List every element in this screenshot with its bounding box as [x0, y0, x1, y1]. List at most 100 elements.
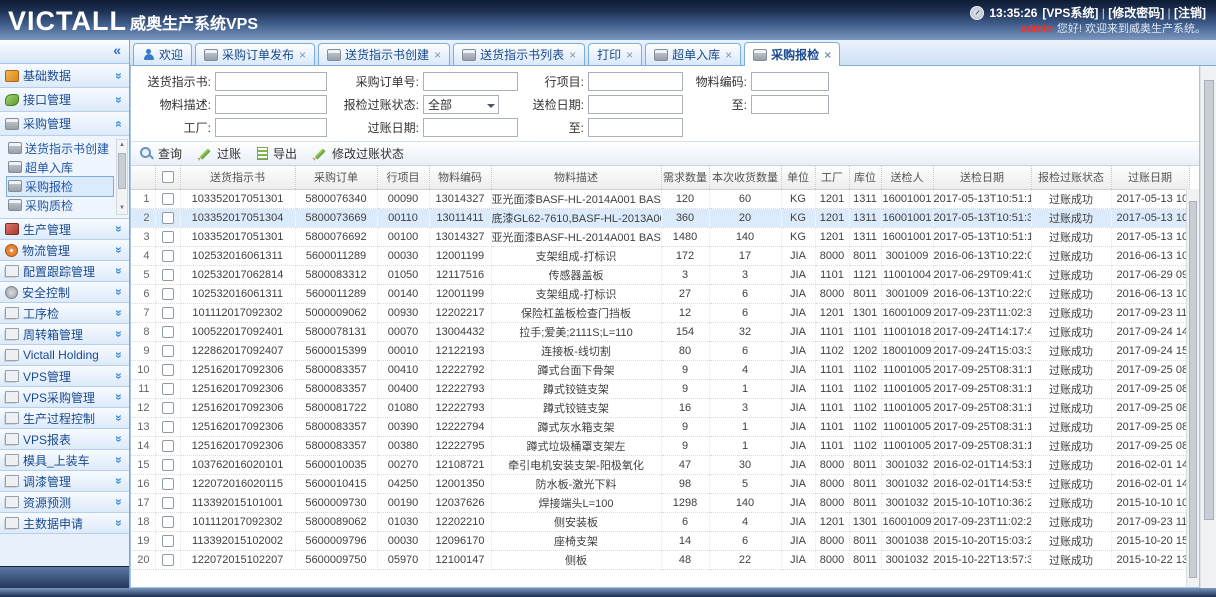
select-all-checkbox[interactable] [162, 171, 174, 183]
table-row[interactable]: 510253201706281458000833120105012117516传… [131, 265, 1189, 284]
scroll-down-icon[interactable]: ▼ [119, 203, 125, 214]
row-checkbox[interactable] [162, 459, 174, 471]
scroll-thumb[interactable] [1189, 201, 1197, 578]
column-header-inspect_date[interactable]: 送检日期 [933, 166, 1031, 189]
table-row[interactable]: 1510376201602010156000100350027012108721… [131, 455, 1189, 474]
row-checkbox[interactable] [162, 535, 174, 547]
submenu-scrollbar[interactable]: ▲▼ [116, 139, 128, 215]
row-checkbox[interactable] [162, 212, 174, 224]
table-row[interactable]: 1212516201709230658000817220108012222793… [131, 398, 1189, 417]
close-icon[interactable]: × [569, 48, 576, 62]
tab-送货指示书创建[interactable]: 送货指示书创建× [318, 43, 450, 65]
table-row[interactable]: 1412516201709230658000833570038012222795… [131, 436, 1189, 455]
table-row[interactable]: 710111201709230250000090620093012202217保… [131, 303, 1189, 322]
export-button[interactable]: 导出 [257, 145, 297, 162]
scroll-thumb[interactable] [1204, 80, 1214, 520]
table-row[interactable]: 210335201705130458000736690011013011411底… [131, 208, 1189, 227]
row-checkbox[interactable] [162, 231, 174, 243]
row-checkbox[interactable] [162, 440, 174, 452]
sidebar-item[interactable]: 安全控制» [0, 282, 129, 303]
table-row[interactable]: 810052201709240158000781310007013004432拉… [131, 322, 1189, 341]
column-header-material_desc[interactable]: 物料描述 [491, 166, 661, 189]
sidebar-collapse-button[interactable]: « [0, 40, 129, 64]
sidebar-item[interactable]: 主数据申请» [0, 513, 129, 534]
row-checkbox[interactable] [162, 250, 174, 262]
table-row[interactable]: 1911339201510200256000097960003012096170… [131, 531, 1189, 550]
sidebar-item[interactable]: 工序检» [0, 303, 129, 324]
sidebar-subitem[interactable]: 超单入库 [7, 158, 113, 177]
column-header-material_code[interactable]: 物料编码 [429, 166, 491, 189]
tab-欢迎[interactable]: 欢迎 [133, 43, 192, 65]
close-icon[interactable]: × [434, 48, 441, 62]
table-row[interactable]: 1810111201709230258000890620103012202210… [131, 512, 1189, 531]
line-item-input[interactable] [588, 72, 683, 91]
modify-post-status-button[interactable]: 修改过账状态 [313, 145, 404, 162]
column-header-po_no[interactable]: 采购订单 [295, 166, 377, 189]
table-scrollbar[interactable] [1186, 189, 1199, 588]
sidebar-item[interactable]: VPS管理» [0, 366, 129, 387]
table-row[interactable]: 1012516201709230658000833570041012222792… [131, 360, 1189, 379]
tab-打印[interactable]: 打印× [588, 43, 642, 65]
column-header-num[interactable] [131, 166, 155, 189]
table-row[interactable]: 912286201709240756000153990001012122193连… [131, 341, 1189, 360]
sidebar-item[interactable]: 配置跟踪管理» [0, 261, 129, 282]
column-header-check[interactable] [155, 166, 180, 189]
column-header-delivery_no[interactable]: 送货指示书 [180, 166, 295, 189]
sidebar-item[interactable]: VPS报表» [0, 429, 129, 450]
column-header-unit[interactable]: 单位 [781, 166, 815, 189]
sidebar-item[interactable]: Victall Holding» [0, 345, 129, 366]
close-icon[interactable]: × [725, 48, 732, 62]
table-row[interactable]: 1612207201602011556000104150425012001350… [131, 474, 1189, 493]
column-header-plant[interactable]: 工厂 [815, 166, 849, 189]
scroll-up-icon[interactable]: ▲ [119, 140, 125, 151]
sidebar-item[interactable]: 生产管理» [0, 219, 129, 240]
inspect-date-from-input[interactable] [588, 95, 683, 114]
column-header-line_item[interactable]: 行项目 [377, 166, 429, 189]
tab-采购订单发布[interactable]: 采购订单发布× [195, 43, 315, 65]
header-link[interactable]: [注销] [1174, 6, 1206, 20]
sidebar-item[interactable]: 调漆管理» [0, 471, 129, 492]
close-icon[interactable]: × [626, 48, 633, 62]
row-checkbox[interactable] [162, 421, 174, 433]
tab-超单入库[interactable]: 超单入库× [645, 43, 741, 65]
column-header-received_qty[interactable]: 本次收货数量 [709, 166, 781, 189]
page-scrollbar[interactable] [1200, 66, 1216, 588]
row-checkbox[interactable] [162, 288, 174, 300]
row-checkbox[interactable] [162, 193, 174, 205]
post-status-select[interactable]: 全部 [423, 95, 499, 114]
column-header-inspector[interactable]: 送检人 [881, 166, 933, 189]
close-icon[interactable]: × [824, 48, 831, 62]
sidebar-subitem[interactable]: 送货指示书创建 [7, 139, 113, 158]
header-link[interactable]: [修改密码] [1108, 6, 1164, 20]
sidebar-item[interactable]: 物流管理» [0, 240, 129, 261]
scroll-thumb[interactable] [118, 153, 126, 189]
sidebar-subitem[interactable]: 采购报检 [7, 177, 113, 196]
row-checkbox[interactable] [162, 478, 174, 490]
row-checkbox[interactable] [162, 364, 174, 376]
row-checkbox[interactable] [162, 269, 174, 281]
post-date-from-input[interactable] [423, 118, 518, 137]
sidebar-item[interactable]: 周转箱管理» [0, 324, 129, 345]
table-row[interactable]: 1711339201510100156000097300019012037626… [131, 493, 1189, 512]
sidebar-item[interactable]: 生产过程控制» [0, 408, 129, 429]
sidebar-item[interactable]: 模具_上装车» [0, 450, 129, 471]
table-row[interactable]: 1112516201709230658000833570040012222793… [131, 379, 1189, 398]
po-number-input[interactable] [423, 72, 518, 91]
table-row[interactable]: 2012207201510220756000097500597012100147… [131, 550, 1189, 569]
table-row[interactable]: 610253201606131156000112890014012001199支… [131, 284, 1189, 303]
plant-input[interactable] [215, 118, 327, 137]
header-link[interactable]: [VPS系统] [1042, 6, 1098, 20]
column-header-post_date[interactable]: 过账日期 [1111, 166, 1189, 189]
column-header-demand_qty[interactable]: 需求数量 [661, 166, 709, 189]
row-checkbox[interactable] [162, 383, 174, 395]
post-date-to-input[interactable] [588, 118, 683, 137]
sidebar-item[interactable]: 接口管理» [0, 88, 129, 112]
table-row[interactable]: 310335201705130158000766920010013014327亚… [131, 227, 1189, 246]
column-header-storage_loc[interactable]: 库位 [849, 166, 881, 189]
sidebar-item[interactable]: 资源预测» [0, 492, 129, 513]
post-button[interactable]: 过账 [198, 145, 241, 162]
row-checkbox[interactable] [162, 345, 174, 357]
tab-采购报检[interactable]: 采购报检× [744, 42, 840, 66]
delivery-note-input[interactable] [215, 72, 327, 91]
material-code-input[interactable] [751, 72, 829, 91]
